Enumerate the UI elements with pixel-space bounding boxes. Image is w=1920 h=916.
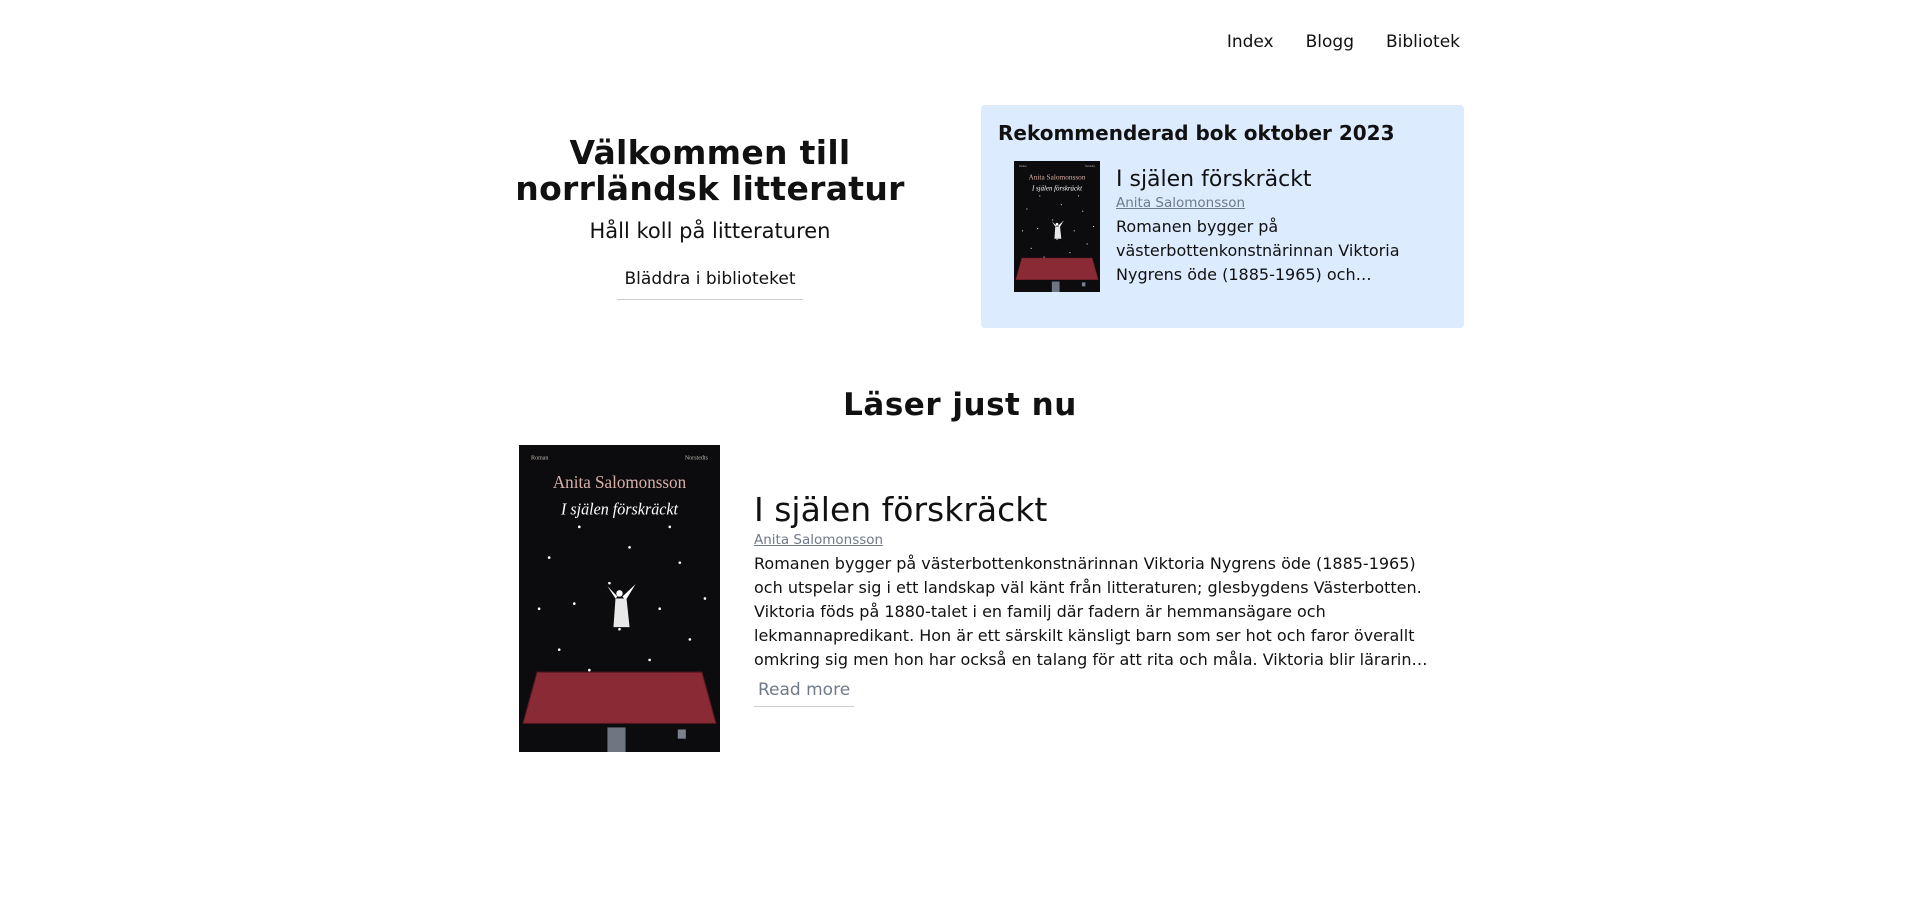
recommended-book: Roman Norstedts Anita Salomonsson I själen … xyxy=(998,161,1447,292)
reading-now-heading: Läser just nu xyxy=(843,387,1077,423)
cover-roof xyxy=(1015,257,1099,280)
cover-author: Anita Salomonsson xyxy=(1028,172,1085,181)
reading-now-book-cover[interactable]: Roman Norstedts Anita Salomonsson I själen … xyxy=(519,445,720,752)
top-nav: Index Blogg Bibliotek xyxy=(1227,32,1460,52)
cover-star xyxy=(1077,195,1080,197)
cover-star xyxy=(618,627,621,631)
cover-star xyxy=(608,581,611,585)
cover-author: Anita Salomonsson xyxy=(553,473,687,492)
recommended-book-cover[interactable]: Roman Norstedts Anita Salomonsson I själen … xyxy=(1014,161,1100,292)
cover-star xyxy=(678,561,682,565)
cover-star xyxy=(1052,219,1054,221)
cover-star xyxy=(1037,228,1039,230)
nav-blogg-link[interactable]: Blogg xyxy=(1306,32,1354,52)
cover-star xyxy=(1026,208,1028,210)
cover-publisher-right: Norstedts xyxy=(1085,165,1095,168)
cover-star xyxy=(1060,204,1062,206)
cover-star xyxy=(547,556,551,559)
cover-star xyxy=(537,607,541,611)
cover-star xyxy=(658,607,662,611)
recommended-book-description: Romanen bygger på västerbottenkonstnärin… xyxy=(1116,217,1400,284)
cover-star xyxy=(1082,210,1084,212)
read-more-button[interactable]: Read more xyxy=(754,676,855,707)
recommended-book-author-link[interactable]: Anita Salomonsson xyxy=(1116,195,1245,211)
book-cover-art: Roman Norstedts Anita Salomonsson I själen … xyxy=(1014,161,1100,292)
cover-star xyxy=(1030,247,1032,249)
reading-now-book: Roman Norstedts Anita Salomonsson I själen … xyxy=(519,445,1434,752)
cover-door xyxy=(607,727,626,752)
recommended-book-card: Rekommenderad bok oktober 2023 Roman Nors… xyxy=(981,105,1464,328)
cover-star xyxy=(1022,230,1024,232)
cover-publisher-right: Norstedts xyxy=(685,455,709,461)
book-cover-art: Roman Norstedts Anita Salomonsson I själen … xyxy=(519,445,720,752)
cover-star xyxy=(668,525,672,529)
page-title: Välkommen till norrländsk litteratur xyxy=(515,133,905,208)
nav-index-link[interactable]: Index xyxy=(1227,32,1274,52)
cover-star xyxy=(1086,243,1088,245)
cover-star xyxy=(1073,230,1075,232)
cover-title: I själen förskräckt xyxy=(560,500,678,518)
cover-star xyxy=(1056,239,1058,241)
recommended-heading: Rekommenderad bok oktober 2023 xyxy=(998,121,1395,145)
reading-now-book-description: Romanen bygger på västerbottenkonstnärin… xyxy=(754,554,1432,669)
cover-publisher-left: Roman xyxy=(531,455,548,461)
page-subtitle: Håll koll på litteraturen xyxy=(589,219,831,243)
cover-star xyxy=(648,658,651,662)
cover-star xyxy=(1043,256,1045,258)
cover-star xyxy=(688,638,692,641)
cover-star xyxy=(628,546,631,549)
cover-star xyxy=(1092,225,1095,228)
cover-title: I själen förskräckt xyxy=(1031,186,1083,193)
browse-library-button[interactable]: Bläddra i biblioteket xyxy=(616,263,804,300)
cover-star xyxy=(1069,252,1071,254)
cover-roof xyxy=(523,672,716,724)
reading-now-book-author-link[interactable]: Anita Salomonsson xyxy=(754,532,883,548)
cover-star xyxy=(703,597,707,600)
cover-star xyxy=(1039,195,1041,197)
cover-star xyxy=(577,525,581,529)
cover-publisher-left: Roman xyxy=(1019,165,1027,168)
recommended-book-title: I själen förskräckt xyxy=(1116,167,1312,192)
cover-window xyxy=(677,729,686,739)
nav-bibliotek-link[interactable]: Bibliotek xyxy=(1386,32,1460,52)
reading-now-book-title: I själen förskräckt xyxy=(754,490,1048,529)
cover-star xyxy=(557,648,561,651)
hero-section: Välkommen till norrländsk litteratur Hål… xyxy=(500,135,920,300)
cover-star xyxy=(588,668,591,672)
cover-door xyxy=(1051,281,1060,292)
cover-window xyxy=(1081,282,1086,287)
cover-star xyxy=(572,602,576,605)
